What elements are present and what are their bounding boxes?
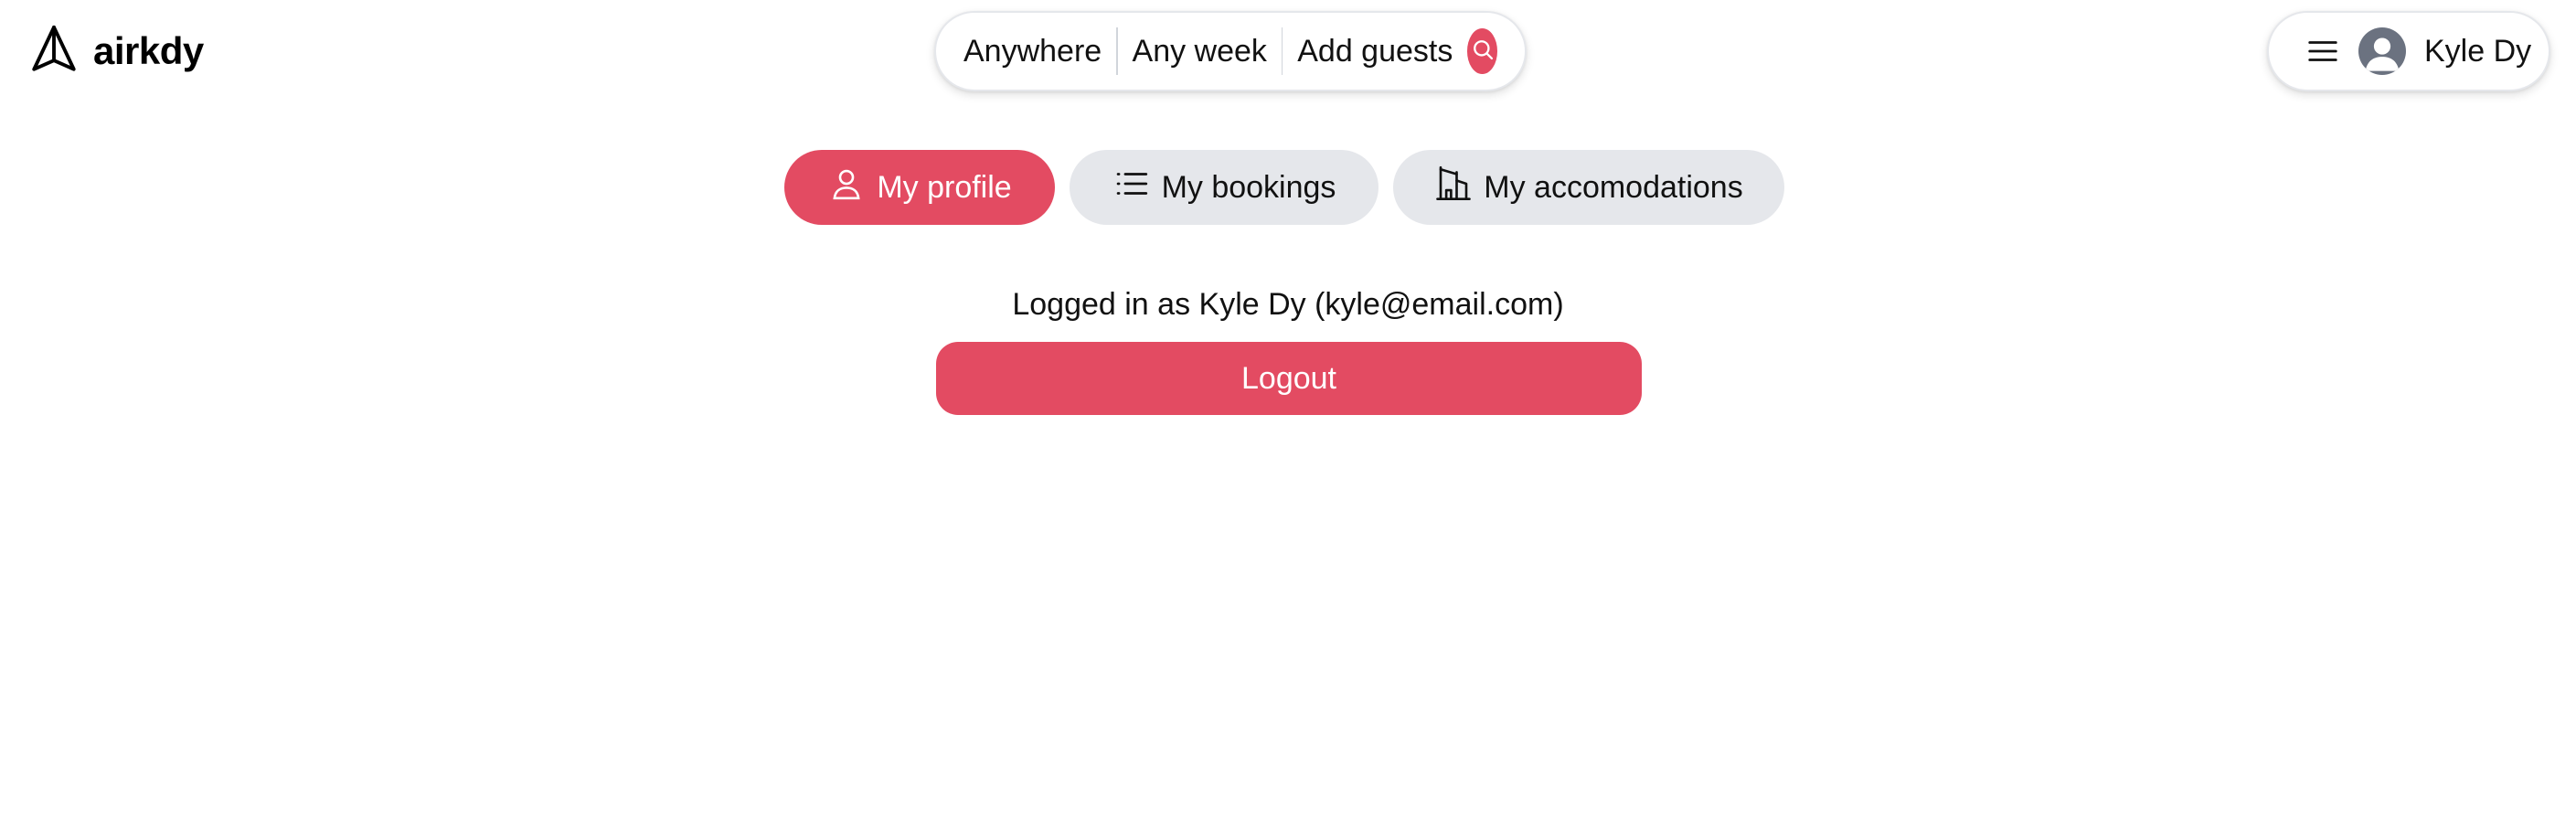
search-divider	[1281, 27, 1283, 75]
brand-name: airkdy	[93, 29, 204, 72]
search-button[interactable]	[1467, 28, 1498, 74]
tab-label: My accomodations	[1484, 169, 1743, 205]
building-icon	[1434, 165, 1473, 211]
user-avatar-icon	[2358, 27, 2406, 75]
search-bar[interactable]: Anywhere Any week Add guests	[934, 11, 1527, 91]
logout-button[interactable]: Logout	[936, 342, 1642, 415]
paper-plane-icon	[27, 23, 80, 80]
brand-logo[interactable]: airkdy	[27, 22, 204, 80]
search-guests[interactable]: Add guests	[1297, 34, 1453, 69]
search-icon	[1470, 37, 1496, 67]
logged-in-text: Logged in as Kyle Dy (kyle@email.com)	[1012, 287, 1564, 322]
user-name: Kyle Dy	[2424, 33, 2532, 69]
search-location[interactable]: Anywhere	[963, 34, 1102, 69]
tab-label: My bookings	[1161, 169, 1336, 205]
account-page: airkdy Anywhere Any week Add guests Kyle…	[0, 0, 2576, 830]
top-header: airkdy Anywhere Any week Add guests Kyle…	[0, 0, 2576, 101]
search-divider	[1116, 27, 1118, 75]
list-icon	[1112, 165, 1151, 211]
tab-label: My profile	[877, 169, 1012, 205]
tab-my-accomodations[interactable]: My accomodations	[1393, 150, 1784, 225]
search-dates[interactable]: Any week	[1133, 34, 1267, 69]
tab-my-bookings[interactable]: My bookings	[1070, 150, 1378, 225]
user-menu-button[interactable]: Kyle Dy	[2267, 11, 2550, 91]
hamburger-icon	[2305, 34, 2340, 69]
tab-my-profile[interactable]: My profile	[784, 150, 1055, 225]
user-icon	[827, 165, 866, 211]
account-tabs: My profile My bookings My accomodations	[0, 150, 2576, 225]
